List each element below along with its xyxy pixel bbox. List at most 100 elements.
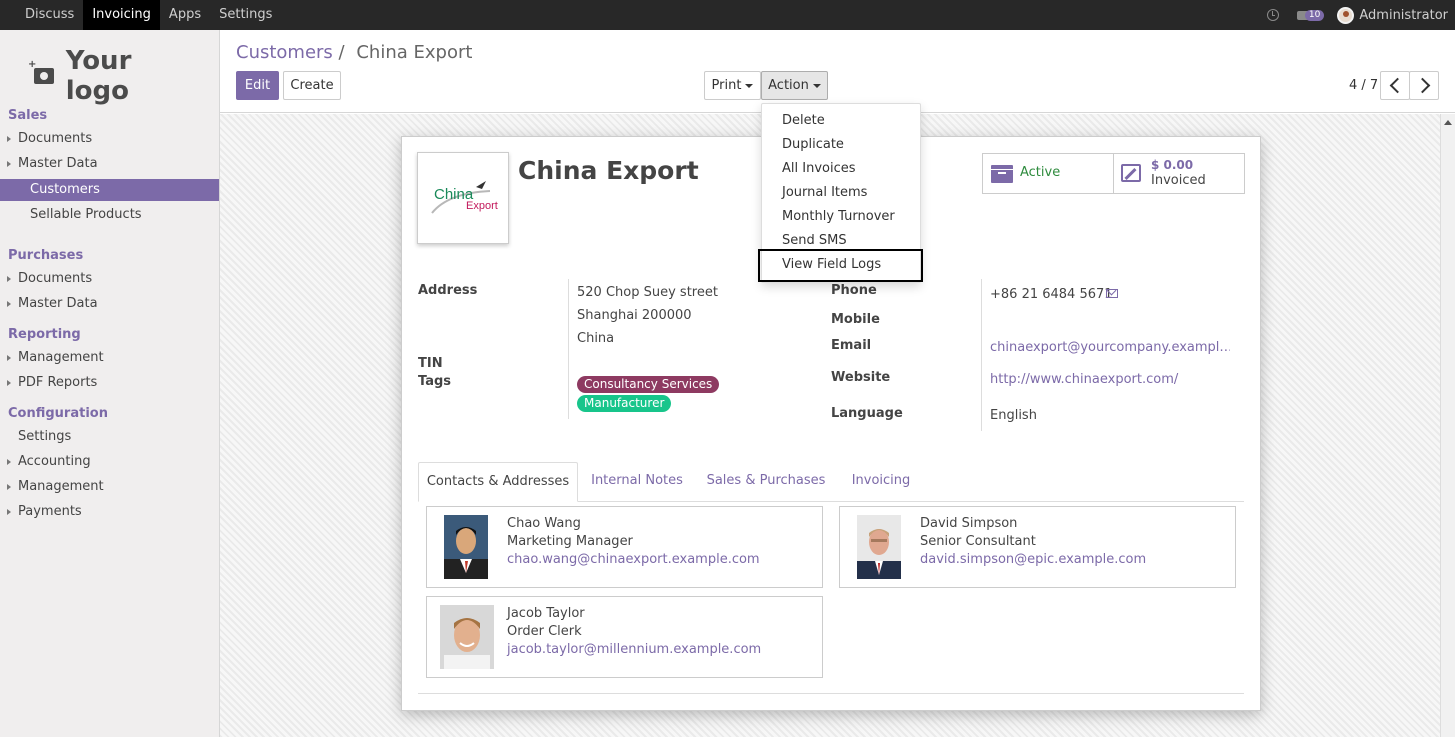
pager-previous-button[interactable] [1380,71,1410,100]
tag-manufacturer: Manufacturer [577,395,672,412]
invoiced-stat-button[interactable]: $ 0.00 Invoiced [1113,153,1245,194]
address-street: 520 Chop Suey street [577,285,718,300]
message-count-badge[interactable]: 10 [1304,9,1325,21]
sidebar-item-accounting[interactable]: Accounting [0,451,219,473]
view-field-logs-highlight [758,249,923,282]
mobile-label: Mobile [831,312,880,327]
user-menu[interactable]: Administrator [1359,8,1448,23]
send-sms-icon[interactable] [1106,289,1118,298]
contact-name: David Simpson [920,516,1018,531]
action-label: Action [768,78,809,93]
sidebar-item-customers[interactable]: Customers [0,179,219,201]
scroll-up-icon[interactable] [1444,120,1452,125]
sidebar-item-reporting-management[interactable]: Management [0,347,219,369]
contact-email-link[interactable]: jacob.taylor@millennium.example.com [507,642,761,657]
top-navbar: Discuss Invoicing Apps Settings 10 Admin… [0,0,1455,30]
invoiced-label: Invoiced [1151,173,1206,188]
sidebar-item-purchases-master-data[interactable]: Master Data [0,293,219,315]
tab-contacts-addresses[interactable]: Contacts & Addresses [418,462,578,502]
sidebar-section-reporting: Reporting [8,327,81,342]
action-send-sms[interactable]: Send SMS [782,231,847,251]
address-label: Address [418,283,478,298]
app-menu: Discuss Invoicing Apps Settings [16,0,281,30]
svg-text:Export: Export [466,200,498,212]
contact-name: Chao Wang [507,516,581,531]
partner-image[interactable]: China Export [417,152,509,244]
email-link[interactable]: chinaexport@yourcompany.exampl… [990,340,1230,355]
menu-discuss[interactable]: Discuss [16,0,83,30]
pager-next-button[interactable] [1409,71,1439,100]
tab-invoicing[interactable]: Invoicing [843,462,919,502]
field-divider [981,279,982,431]
sidebar-item-sales-documents[interactable]: Documents [0,128,219,150]
pager-value[interactable]: 4 / 7 [1349,78,1378,93]
contact-avatar [857,515,901,579]
vertical-scrollbar[interactable] [1440,114,1455,737]
phone-value: +86 21 6484 5671 [990,287,1113,302]
contact-card[interactable]: Jacob Taylor Order Clerk jacob.taylor@mi… [426,596,823,678]
email-label: Email [831,338,872,353]
breadcrumb-current: China Export [356,42,473,63]
active-toggle-button[interactable]: Active [982,153,1114,194]
tin-label: TIN [418,356,443,371]
logo-text: Your logo [65,46,132,106]
action-monthly-turnover[interactable]: Monthly Turnover [782,207,895,227]
contact-email-link[interactable]: chao.wang@chinaexport.example.com [507,552,760,567]
tab-sales-purchases[interactable]: Sales & Purchases [698,462,834,502]
website-link[interactable]: http://www.chinaexport.com/ [990,372,1178,387]
sidebar-item-settings[interactable]: Settings [0,426,219,448]
print-button[interactable]: Print [704,71,761,100]
menu-settings[interactable]: Settings [210,0,281,30]
tab-internal-notes[interactable]: Internal Notes [582,462,692,502]
print-label: Print [711,78,742,93]
address-city: Shanghai 200000 [577,308,692,323]
menu-apps[interactable]: Apps [160,0,210,30]
caret-down-icon [745,83,754,88]
contact-avatar [444,515,488,579]
action-delete[interactable]: Delete [782,111,825,131]
contact-card[interactable]: Chao Wang Marketing Manager chao.wang@ch… [426,506,823,588]
active-status-label: Active [1020,165,1061,180]
action-duplicate[interactable]: Duplicate [782,135,844,155]
sidebar-item-pdf-reports[interactable]: PDF Reports [0,372,219,394]
language-value: English [990,408,1037,423]
menu-invoicing[interactable]: Invoicing [83,0,160,30]
sidebar: Your logo Sales Documents Master Data Cu… [0,30,220,737]
website-label: Website [831,370,891,385]
breadcrumb-separator: / [338,42,345,63]
user-avatar[interactable] [1337,6,1355,24]
form-bottom-divider [418,693,1244,694]
address-country: China [577,331,615,346]
field-divider [568,279,569,419]
breadcrumb: Customers / China Export [236,42,472,63]
action-journal-items[interactable]: Journal Items [782,183,867,203]
sidebar-item-config-management[interactable]: Management [0,476,219,498]
invoice-edit-icon [1121,164,1141,182]
china-export-logo-image: China Export [431,181,498,214]
partner-name: China Export [518,156,699,185]
action-button[interactable]: Action [761,71,828,100]
contact-card[interactable]: David Simpson Senior Consultant david.si… [839,506,1236,588]
camera-icon [28,59,54,84]
breadcrumb-customers[interactable]: Customers [236,42,333,63]
control-panel: Customers / China Export Edit Create Pri… [220,30,1455,113]
activity-clock-icon[interactable] [1266,9,1279,21]
action-all-invoices[interactable]: All Invoices [782,159,856,179]
language-label: Language [831,406,903,421]
sidebar-section-configuration: Configuration [8,406,108,421]
contact-title: Order Clerk [507,624,582,639]
sidebar-item-payments[interactable]: Payments [0,501,219,523]
contact-avatar [440,605,494,669]
sidebar-item-purchases-documents[interactable]: Documents [0,268,219,290]
contact-title: Marketing Manager [507,534,633,549]
create-button[interactable]: Create [283,71,341,100]
contact-email-link[interactable]: david.simpson@epic.example.com [920,552,1146,567]
sidebar-item-sellable-products[interactable]: Sellable Products [0,204,219,226]
sidebar-item-sales-master-data[interactable]: Master Data [0,153,219,175]
edit-button[interactable]: Edit [236,71,279,100]
company-logo[interactable]: Your logo [22,46,202,106]
tags-label: Tags [418,374,452,389]
systray: 10 Administrator [1266,0,1455,30]
chevron-right-icon [1414,77,1431,94]
archive-icon [991,165,1013,183]
